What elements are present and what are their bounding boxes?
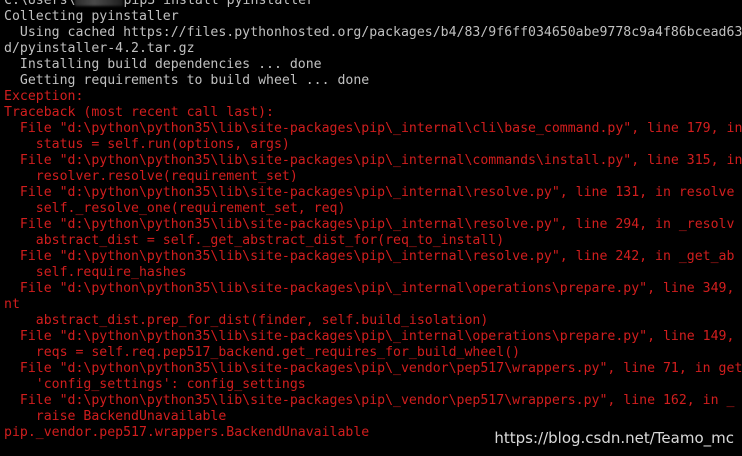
prompt-path: C:\Users\	[4, 0, 76, 8]
error-output-line: resolver.resolve(requirement_set)	[4, 169, 298, 184]
error-output-line: Traceback (most recent call last):	[4, 105, 274, 120]
error-output-line: File "d:\python\python35\lib\site-packag…	[4, 121, 742, 136]
error-output-line: File "d:\python\python35\lib\site-packag…	[4, 361, 742, 376]
error-output-line: abstract_dist = self._get_abstract_dist_…	[4, 233, 505, 248]
error-output-line: File "d:\python\python35\lib\site-packag…	[4, 393, 735, 408]
error-output-line: reqs = self.req.pep517_backend.get_requi…	[4, 345, 521, 360]
error-output-line: File "d:\python\python35\lib\site-packag…	[4, 185, 735, 200]
command-prompt-line: C:\Users\ pip3 install pyinstaller	[4, 0, 742, 9]
error-output-line: Exception:	[4, 89, 84, 104]
output-line: Using cached https://files.pythonhosted.…	[19, 25, 742, 40]
error-output-line: File "d:\python\python35\lib\site-packag…	[4, 249, 735, 264]
redacted-username	[75, 0, 124, 6]
error-output-line: status = self.run(options, args)	[4, 137, 290, 152]
error-output-line: self._resolve_one(requirement_set, req)	[4, 201, 346, 216]
prompt-command: pip3 install pyinstaller	[123, 0, 315, 8]
error-output-line: File "d:\python\python35\lib\site-packag…	[4, 281, 735, 296]
error-output-line: raise BackendUnavailable	[4, 409, 227, 424]
watermark-text: https://blog.csdn.net/Teamo_mc	[494, 429, 734, 447]
output-lines: Collecting pyinstaller Using cached http…	[4, 9, 742, 441]
terminal-output: C:\Users\ pip3 install pyinstaller Collec…	[4, 0, 742, 441]
output-line: Installing build dependencies ... done	[4, 57, 322, 72]
error-output-line: File "d:\python\python35\lib\site-packag…	[4, 217, 735, 232]
output-line: Getting requirements to build wheel ... …	[4, 73, 370, 88]
output-line: d/pyinstaller-4.2.tar.gz	[4, 41, 195, 56]
error-output-line: File "d:\python\python35\lib\site-packag…	[4, 153, 742, 168]
error-output-line: File "d:\python\python35\lib\site-packag…	[4, 329, 735, 344]
error-output-line: self.require_hashes	[4, 265, 187, 280]
error-output-line: 'config_settings': config_settings	[4, 377, 306, 392]
error-output-line: nt	[4, 297, 20, 312]
output-line: Collecting pyinstaller	[4, 9, 179, 24]
terminal-window[interactable]: C:\Users\ pip3 install pyinstaller Collec…	[0, 0, 742, 456]
error-output-line: abstract_dist.prep_for_dist(finder, self…	[4, 313, 489, 328]
